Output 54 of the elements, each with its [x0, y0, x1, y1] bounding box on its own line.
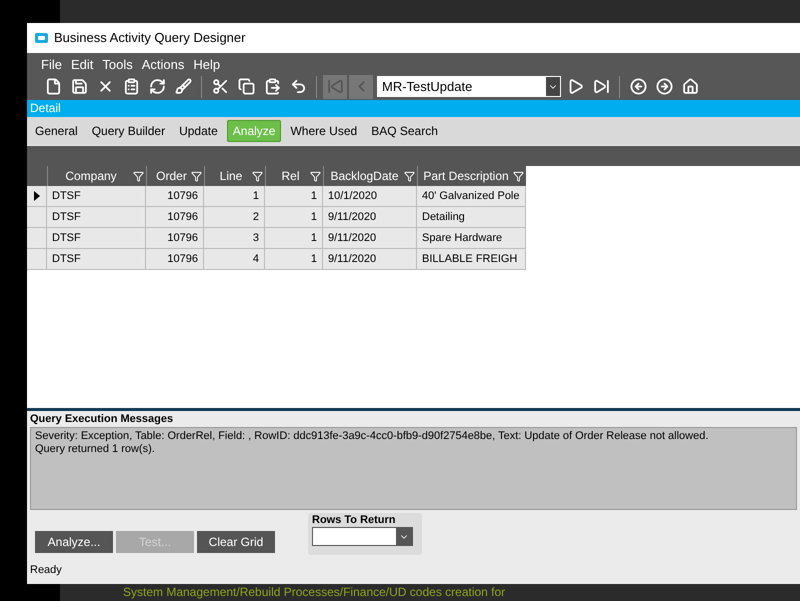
- tab[interactable]: Query Builder: [86, 120, 170, 142]
- panel-title: Detail: [27, 100, 800, 117]
- tab[interactable]: Update: [174, 120, 223, 142]
- table-cell: 1: [265, 249, 323, 269]
- filter-icon[interactable]: [191, 170, 202, 182]
- table-cell: 3: [204, 228, 265, 248]
- messages-title: Query Execution Messages: [30, 412, 174, 427]
- menu-item[interactable]: Help: [193, 57, 220, 73]
- current-row-icon: [34, 191, 40, 201]
- table-cell: DTSF: [47, 207, 146, 227]
- rows-to-return-label: Rows To Return: [312, 513, 397, 527]
- app-icon: [35, 33, 48, 43]
- table-cell: DTSF: [47, 228, 146, 248]
- table-cell: 1: [265, 207, 323, 227]
- table-cell: 4: [204, 249, 265, 269]
- filter-icon[interactable]: [310, 170, 321, 182]
- table-cell: 1: [204, 186, 265, 206]
- table-cell: 1: [265, 228, 323, 248]
- table-cell: 9/11/2020: [323, 207, 417, 227]
- table-cell: Spare Hardware: [417, 228, 526, 248]
- menu-item[interactable]: File: [41, 57, 62, 73]
- filter-icon[interactable]: [513, 170, 524, 182]
- record-combo[interactable]: MR-TestUpdate: [377, 76, 561, 97]
- tab[interactable]: General: [30, 120, 83, 142]
- status-text: Ready: [30, 564, 62, 576]
- tab[interactable]: Where Used: [285, 120, 362, 142]
- rows-to-return-field[interactable]: [312, 527, 413, 546]
- table-cell: 9/11/2020: [323, 228, 417, 248]
- table-cell: 10796: [146, 186, 204, 206]
- menu-item[interactable]: Edit: [70, 57, 94, 73]
- table-cell: 10796: [146, 207, 204, 227]
- table-cell: 10796: [146, 228, 204, 248]
- table-cell: 1: [265, 186, 323, 206]
- background-text: System Management/Rebuild Processes/Finance/UD codes creation for: [123, 585, 506, 599]
- menu-item[interactable]: Actions: [142, 57, 184, 73]
- table-cell: DTSF: [47, 249, 146, 269]
- tab[interactable]: BAQ Search: [366, 120, 443, 142]
- table-cell: 10/1/2020: [323, 186, 417, 206]
- table-cell: 2: [204, 207, 265, 227]
- table-cell: BILLABLE FREIGH: [417, 249, 526, 269]
- message-line: Severity: Exception, Table: OrderRel, Field: , RowID: ddc913fe-3a9c-4cc0-bfb9-d90f2754e8be, Text: Update of Order Release not allowed.: [35, 430, 710, 443]
- action-button[interactable]: Analyze...: [35, 531, 113, 553]
- filter-icon[interactable]: [133, 170, 144, 182]
- menu-item[interactable]: Tools: [102, 57, 133, 73]
- table-cell: 9/11/2020: [323, 249, 417, 269]
- filter-icon[interactable]: [404, 170, 415, 182]
- filter-icon[interactable]: [252, 170, 263, 182]
- table-cell: DTSF: [47, 186, 146, 206]
- message-line: Query returned 1 row(s).: [35, 443, 156, 456]
- table-cell: Detailing: [417, 207, 526, 227]
- action-button[interactable]: Clear Grid: [197, 531, 275, 553]
- window-title: Business Activity Query Designer: [54, 29, 246, 48]
- table-cell: 40' Galvanized Pole: [417, 186, 526, 206]
- table-cell: 10796: [146, 249, 204, 269]
